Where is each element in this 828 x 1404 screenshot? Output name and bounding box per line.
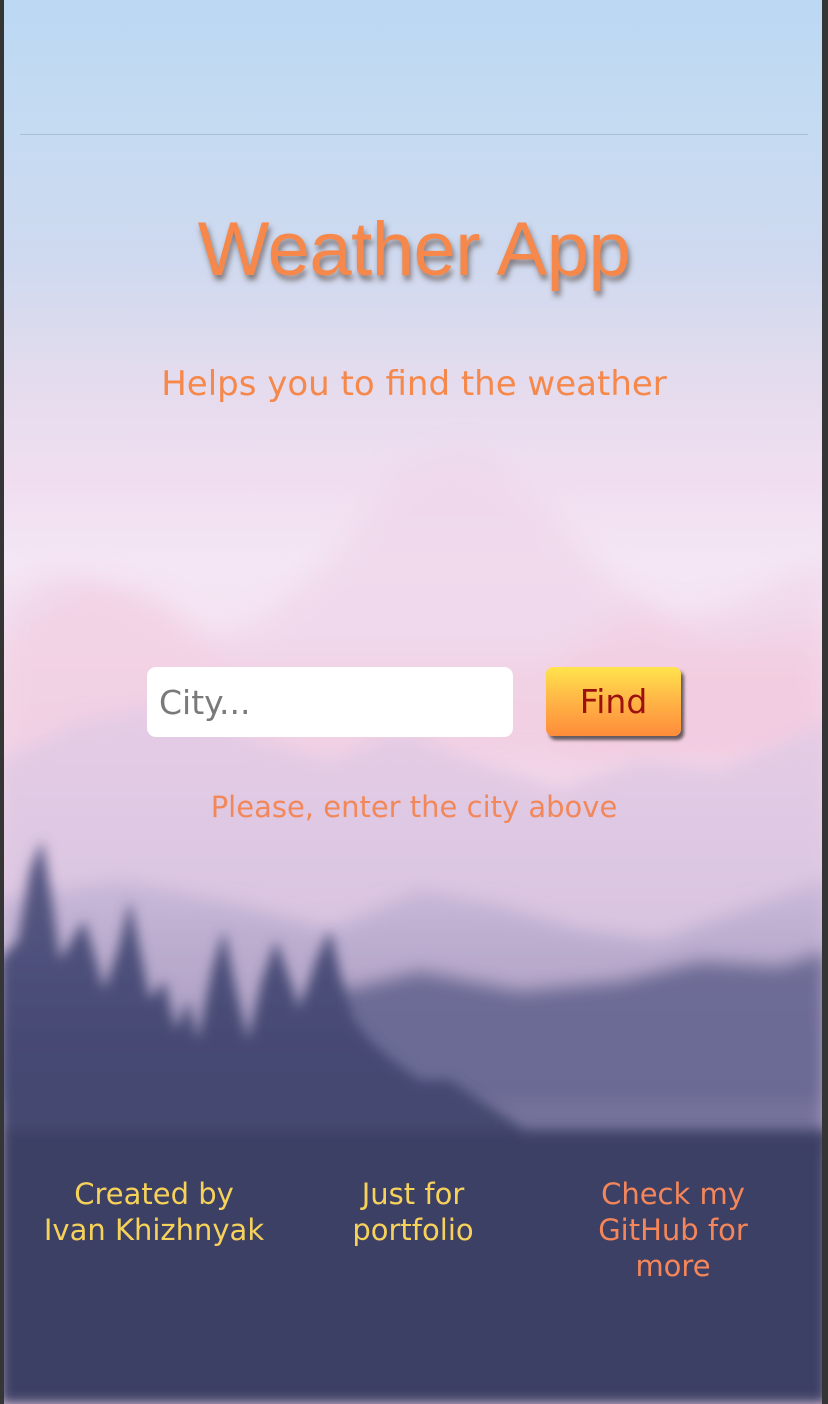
- footer-portfolio-line1: Just for: [361, 1177, 465, 1211]
- footer-created-by-line1: Created by: [74, 1177, 234, 1211]
- github-link-line3: more: [635, 1249, 711, 1283]
- footer-portfolio-line2: portfolio: [352, 1213, 474, 1247]
- app-screen: Weather App Helps you to find the weathe…: [0, 0, 828, 1404]
- footer-portfolio-note: Just for portfolio: [283, 1176, 543, 1248]
- page-title: Weather App: [197, 207, 631, 292]
- find-button[interactable]: Find: [546, 667, 681, 736]
- footer-created-by: Created by Ivan Khizhnyak: [24, 1176, 284, 1248]
- city-input[interactable]: [147, 667, 513, 737]
- github-link-line2: GitHub for: [598, 1213, 748, 1247]
- github-link[interactable]: Check my GitHub for more: [543, 1176, 803, 1284]
- footer-author-name: Ivan Khizhnyak: [43, 1213, 265, 1247]
- window-edge-right: [822, 0, 828, 1404]
- search-hint: Please, enter the city above: [210, 790, 618, 824]
- page-subtitle: Helps you to find the weather: [161, 364, 667, 404]
- window-edge-left: [0, 0, 4, 1404]
- github-link-line1: Check my: [601, 1177, 745, 1211]
- top-divider: [20, 134, 808, 135]
- city-search-form: Find: [147, 667, 687, 739]
